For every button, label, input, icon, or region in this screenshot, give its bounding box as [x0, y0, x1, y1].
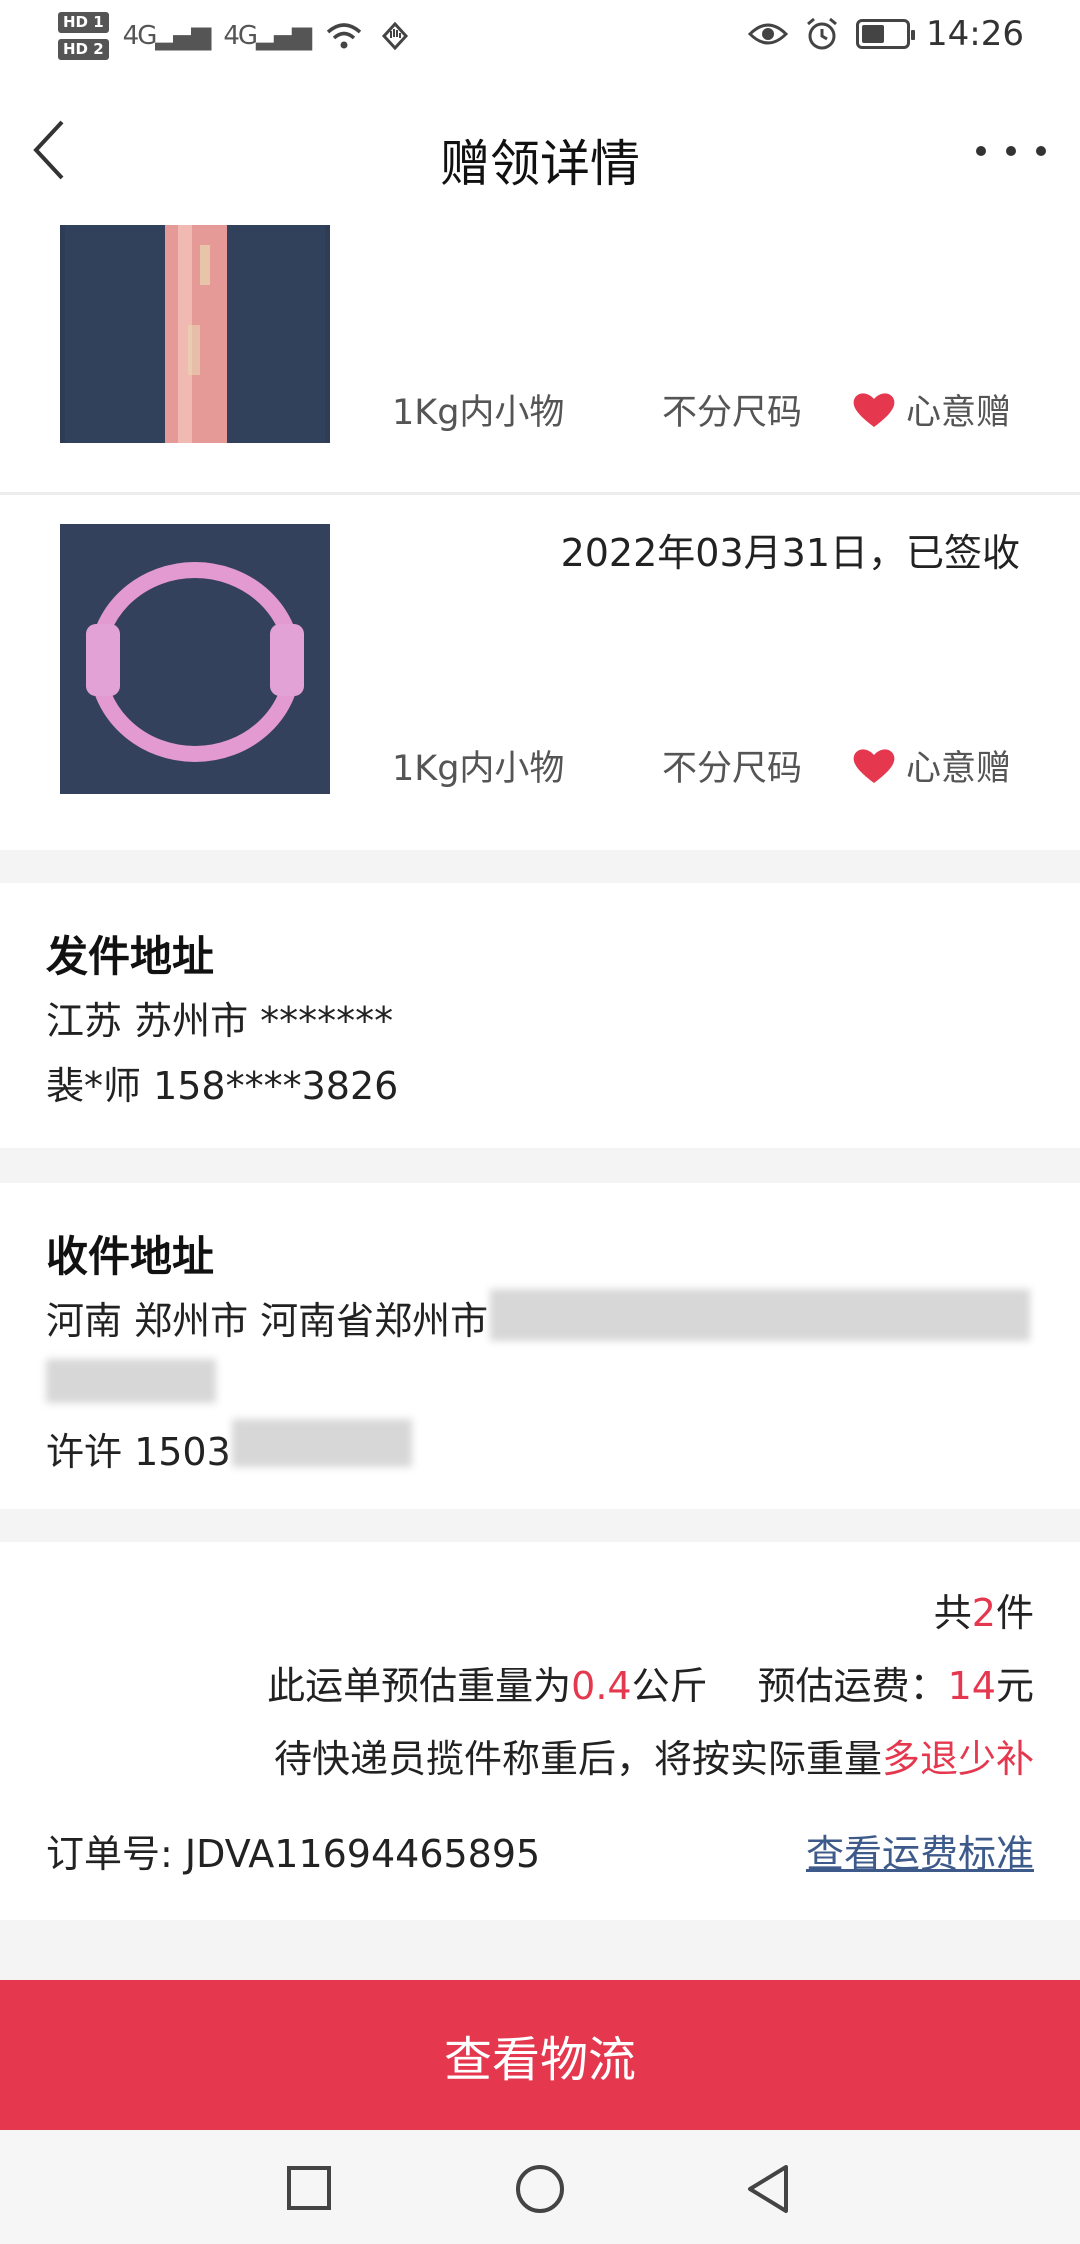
more-button[interactable] [976, 126, 1046, 176]
receiver-contact: 许许 1503 [46, 1430, 231, 1474]
heart-icon [853, 392, 895, 427]
eye-icon [748, 23, 789, 45]
receiver-address: 河南 郑州市 河南省郑州市 [46, 1299, 489, 1343]
status-right: 14:26 [748, 14, 1024, 54]
hd2-badge: HD 2 [58, 39, 109, 60]
clock: 14:26 [926, 14, 1024, 54]
weight-fee-line: 此运单预估重量为0.4公斤 预估运费：14元 [267, 1664, 1034, 1708]
hd1-badge: HD 1 [58, 12, 109, 33]
delivery-status: 2022年03月31日，已签收 [560, 531, 1020, 575]
back-nav-button[interactable] [744, 2163, 792, 2215]
weight-tag: 1Kg内小物 [392, 393, 565, 433]
redacted-phone [232, 1419, 412, 1467]
weight-tag: 1Kg内小物 [392, 749, 565, 789]
sender-title: 发件地址 [46, 932, 215, 981]
size-tag: 不分尺码 [662, 393, 803, 433]
item-card[interactable]: 2022年03月31日，已签收 1Kg内小物 不分尺码 心意赠 [0, 495, 1080, 850]
item-count: 共2件 [933, 1591, 1034, 1635]
battery-icon [856, 19, 916, 49]
product-image [60, 225, 330, 443]
signal-icon: 4G▂▄▆ [122, 21, 212, 51]
gift-tag: 心意赠 [852, 384, 1011, 435]
summary-section: 共2件 此运单预估重量为0.4公斤 预估运费：14元 待快递员揽件称重后，将按实际… [0, 1542, 1080, 1920]
sender-section: 发件地址 江苏 苏州市 ******* 裴*师 158****3826 [0, 883, 1080, 1148]
sender-contact: 裴*师 158****3826 [46, 1064, 399, 1108]
receiver-title: 收件地址 [46, 1232, 215, 1281]
status-left: HD 1 HD 2 4G▂▄▆ 4G▂▄▆ [58, 12, 412, 60]
app-header: 赠领详情 [0, 86, 1080, 222]
settlement-note: 待快递员揽件称重后，将按实际重量多退少补 [273, 1737, 1034, 1781]
sender-address: 江苏 苏州市 ******* [46, 999, 394, 1043]
size-tag: 不分尺码 [662, 749, 803, 789]
wifi-icon [326, 23, 362, 49]
redacted-address [46, 1359, 216, 1403]
redacted-address [490, 1289, 1030, 1341]
status-bar: HD 1 HD 2 4G▂▄▆ 4G▂▄▆ 14:26 [0, 0, 1080, 86]
signal-icon: 4G▂▄▆ [223, 21, 312, 51]
order-number: 订单号: JDVA11694465895 [46, 1832, 541, 1876]
view-logistics-button[interactable]: 查看物流 [0, 1980, 1080, 2130]
home-button[interactable] [514, 2163, 566, 2215]
gift-tag: 心意赠 [852, 740, 1011, 791]
product-image [60, 524, 330, 794]
receiver-section: 收件地址 河南 郑州市 河南省郑州市 许许 1503 [0, 1183, 1080, 1509]
recent-apps-button[interactable] [286, 2165, 332, 2211]
more-icon [976, 146, 986, 156]
fee-standard-link[interactable]: 查看运费标准 [806, 1823, 1034, 1878]
page-title: 赠领详情 [440, 135, 640, 193]
item-card[interactable]: 1Kg内小物 不分尺码 心意赠 [0, 222, 1080, 492]
hand-icon [382, 21, 409, 51]
system-nav-bar [0, 2130, 1080, 2244]
heart-icon [853, 748, 895, 783]
alarm-icon [807, 17, 837, 50]
